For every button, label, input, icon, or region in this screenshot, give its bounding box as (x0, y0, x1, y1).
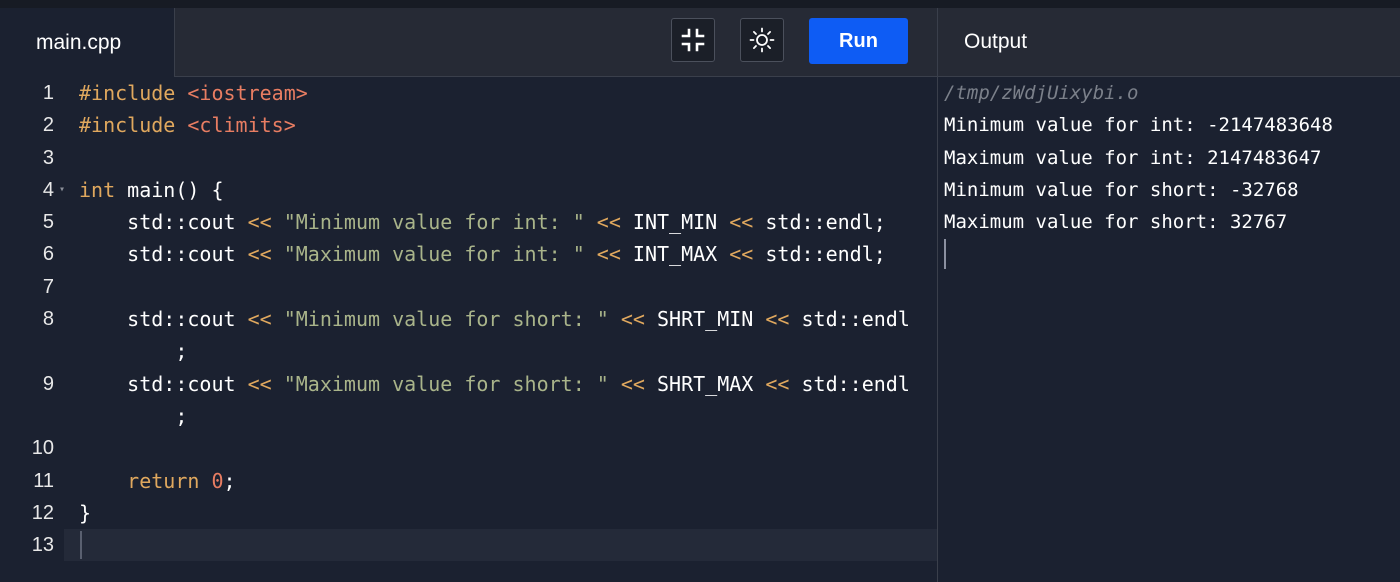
code-editor[interactable]: 1 #include <iostream> 2 #include <climits> 3… (0, 77, 937, 582)
panel-divider[interactable] (937, 8, 938, 582)
code-text: std::cout << "Minimum value for short: "… (79, 303, 910, 335)
code-line[interactable]: ; (0, 400, 937, 432)
code-text: std::cout << "Maximum value for short: "… (79, 368, 910, 400)
top-border (0, 0, 1400, 8)
code-token: std::cout (79, 210, 248, 235)
code-token: ; (79, 339, 188, 364)
line-number: 6 (42, 243, 54, 266)
code-text: ; (79, 335, 187, 367)
code-line[interactable]: 8 std::cout << "Minimum value for short:… (0, 303, 937, 335)
code-line[interactable]: 4 ▾ int main() { (0, 174, 937, 206)
code-token: <iostream> (187, 81, 308, 105)
code-token: std::endl; (765, 242, 886, 267)
output-line: Minimum value for short: -32768 (944, 178, 1299, 201)
code-token: "Minimum value for short: " (283, 307, 609, 332)
code-text: int main() { (79, 174, 224, 206)
line-number: 2 (42, 114, 54, 137)
code-token: std::cout (79, 371, 248, 396)
code-text: #include <iostream> (79, 77, 308, 109)
output-path: /tmp/zWdjUixybi.o (944, 82, 1139, 104)
code-line[interactable]: 6 std::cout << "Maximum value for int: "… (0, 238, 937, 270)
line-number: 4 (42, 178, 54, 201)
code-token: << (765, 307, 802, 332)
code-text: } (79, 497, 91, 529)
collapse-icon (681, 28, 705, 52)
code-line[interactable]: 3 (0, 142, 937, 174)
line-number: 12 (31, 501, 54, 524)
code-text: std::cout << "Maximum value for int: " <… (79, 238, 886, 270)
code-token: ; (223, 468, 236, 493)
tab-main-cpp[interactable]: main.cpp (0, 8, 175, 77)
code-token: << (729, 210, 766, 235)
code-line[interactable]: 12} (0, 497, 937, 529)
code-text: #include <climits> (79, 109, 296, 141)
fold-arrow-icon[interactable]: ▾ (59, 174, 65, 206)
output-line: Maximum value for short: 32767 (944, 211, 1288, 234)
code-token: int (79, 177, 128, 202)
code-token: INT_MAX (632, 242, 730, 267)
code-token: std::endl; (765, 210, 886, 235)
code-lines: 1 #include <iostream> 2 #include <climits> 3… (0, 77, 937, 561)
code-token: << (247, 307, 284, 332)
code-line[interactable]: 2 #include <climits> (0, 109, 937, 141)
sun-icon (749, 27, 775, 53)
code-token: 0 (211, 468, 224, 493)
theme-toggle-button[interactable] (740, 18, 784, 62)
collapse-button[interactable] (671, 18, 715, 62)
code-token: << (584, 242, 633, 267)
line-number: 7 (42, 275, 54, 298)
code-token: main() { (127, 177, 224, 202)
code-line[interactable]: ; (0, 335, 937, 367)
line-number: 1 (42, 82, 54, 104)
code-token: #include (79, 81, 188, 105)
line-number: 10 (31, 437, 54, 460)
code-token: std::cout (79, 242, 248, 267)
line-number: 11 (33, 469, 54, 492)
code-token: std::endl (801, 307, 910, 332)
code-line[interactable]: 9 std::cout << "Maximum value for short:… (0, 368, 937, 400)
code-token: SHRT_MAX (656, 371, 766, 396)
code-text: ; (79, 400, 187, 432)
output-cursor (944, 239, 946, 270)
code-token: ; (79, 403, 188, 428)
code-line[interactable]: 11 return 0; (0, 465, 937, 497)
code-token: #include (79, 113, 188, 138)
run-button[interactable]: Run (809, 18, 908, 64)
code-token: INT_MIN (632, 210, 730, 235)
code-token: << (729, 242, 766, 267)
line-number: 3 (42, 146, 54, 169)
line-number: 13 (31, 534, 54, 557)
code-token: } (79, 500, 92, 525)
code-token: <climits> (187, 113, 296, 138)
code-line[interactable]: 13 (0, 529, 937, 561)
code-token: return (79, 468, 212, 493)
code-token: std::cout (79, 307, 248, 332)
code-token: "Minimum value for int: " (283, 210, 585, 235)
code-line[interactable]: 5 std::cout << "Minimum value for int: "… (0, 206, 937, 238)
code-line[interactable]: 7 (0, 271, 937, 303)
code-token: SHRT_MIN (656, 307, 766, 332)
text-cursor (80, 531, 82, 559)
code-text: std::cout << "Minimum value for int: " <… (79, 206, 886, 238)
output-line: Minimum value for int: -2147483648 (944, 114, 1333, 137)
output-panel: /tmp/zWdjUixybi.o Minimum value for int:… (944, 77, 1396, 270)
code-line[interactable]: 10 (0, 432, 937, 464)
code-token: << (247, 371, 284, 396)
code-line[interactable]: 1 #include <iostream> (0, 77, 937, 109)
code-token: << (584, 210, 633, 235)
code-token: << (608, 307, 657, 332)
output-line: Maximum value for int: 2147483647 (944, 146, 1322, 169)
code-token: std::endl (801, 371, 910, 396)
line-number: 5 (42, 211, 54, 234)
line-number: 9 (42, 372, 54, 395)
code-token: "Maximum value for int: " (283, 242, 585, 267)
code-token: << (765, 371, 802, 396)
line-number: 8 (42, 308, 54, 331)
output-panel-title: Output (964, 30, 1028, 53)
code-token: << (247, 210, 284, 235)
code-token: "Maximum value for short: " (283, 371, 609, 396)
code-token: << (247, 242, 284, 267)
code-token: << (608, 371, 657, 396)
code-text: return 0; (79, 465, 236, 497)
